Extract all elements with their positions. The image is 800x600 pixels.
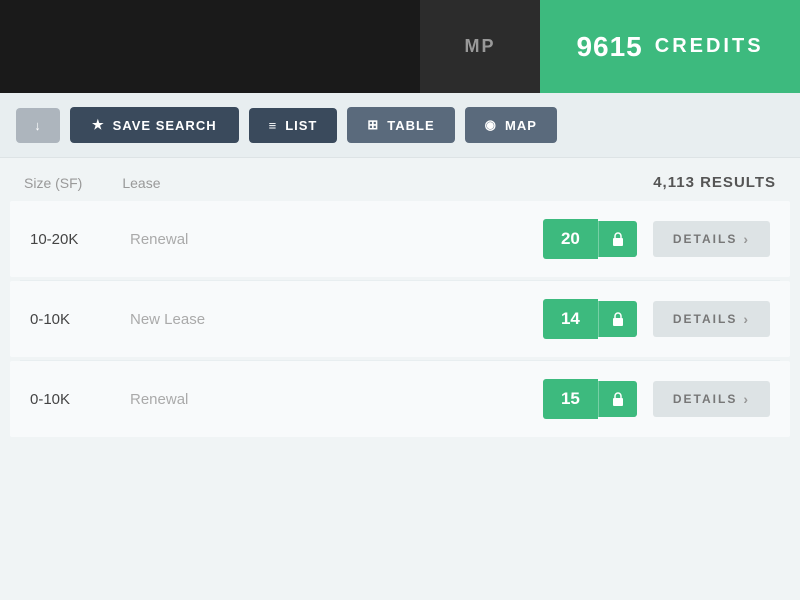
map-label: MAP bbox=[505, 118, 537, 133]
item-size: 0-10K bbox=[30, 311, 130, 328]
item-lease: New Lease bbox=[130, 311, 270, 328]
chevron-right-icon: › bbox=[743, 311, 750, 327]
credits-area: 9615 CREDITS bbox=[540, 0, 800, 93]
item-lease: Renewal bbox=[130, 231, 270, 248]
list-label: LIST bbox=[285, 118, 317, 133]
score-number: 20 bbox=[543, 219, 598, 259]
header: MP 9615 CREDITS bbox=[0, 0, 800, 93]
save-search-button[interactable]: ★ SAVE SEARCH bbox=[70, 107, 239, 143]
credits-count: 9615 bbox=[576, 31, 642, 63]
item-score: 14 bbox=[543, 299, 637, 339]
results-list: 10-20K Renewal 20 DETAILS › 0-10K New Le… bbox=[0, 201, 800, 437]
details-label: DETAILS bbox=[673, 232, 737, 246]
item-lease: Renewal bbox=[130, 391, 270, 408]
filter-size: Size (SF) bbox=[24, 175, 82, 191]
header-logo-area bbox=[0, 0, 420, 93]
lock-icon bbox=[598, 221, 637, 257]
save-search-label: SAVE SEARCH bbox=[113, 118, 217, 133]
item-size: 0-10K bbox=[30, 391, 130, 408]
results-count: 4,113 RESULTS bbox=[653, 174, 776, 191]
score-number: 14 bbox=[543, 299, 598, 339]
item-score: 15 bbox=[543, 379, 637, 419]
details-label: DETAILS bbox=[673, 312, 737, 326]
table-label: TABLE bbox=[387, 118, 434, 133]
results-filters: Size (SF) Lease bbox=[24, 175, 161, 191]
item-size: 10-20K bbox=[30, 231, 130, 248]
list-view-button[interactable]: ≡ LIST bbox=[249, 108, 338, 143]
details-button[interactable]: DETAILS › bbox=[653, 221, 770, 257]
star-icon: ★ bbox=[92, 117, 105, 133]
credits-label: CREDITS bbox=[655, 35, 764, 58]
details-button[interactable]: DETAILS › bbox=[653, 301, 770, 337]
table-view-button[interactable]: ⊞ TABLE bbox=[347, 107, 454, 143]
item-score: 20 bbox=[543, 219, 637, 259]
score-number: 15 bbox=[543, 379, 598, 419]
list-item: 10-20K Renewal 20 DETAILS › bbox=[10, 201, 790, 277]
chevron-right-icon: › bbox=[743, 391, 750, 407]
download-icon: ↓ bbox=[34, 118, 42, 133]
map-icon: ◉ bbox=[485, 117, 497, 133]
details-label: DETAILS bbox=[673, 392, 737, 406]
download-button[interactable]: ↓ bbox=[16, 108, 60, 143]
lock-icon bbox=[598, 301, 637, 337]
toolbar: ↓ ★ SAVE SEARCH ≡ LIST ⊞ TABLE ◉ MAP bbox=[0, 93, 800, 158]
lock-icon bbox=[598, 381, 637, 417]
map-view-button[interactable]: ◉ MAP bbox=[465, 107, 557, 143]
details-button[interactable]: DETAILS › bbox=[653, 381, 770, 417]
results-info: Size (SF) Lease 4,113 RESULTS bbox=[0, 158, 800, 201]
list-item: 0-10K New Lease 14 DETAILS › bbox=[10, 281, 790, 357]
list-item: 0-10K Renewal 15 DETAILS › bbox=[10, 361, 790, 437]
list-icon: ≡ bbox=[269, 118, 278, 133]
user-initials: MP bbox=[420, 0, 540, 93]
chevron-right-icon: › bbox=[743, 231, 750, 247]
table-icon: ⊞ bbox=[367, 117, 379, 133]
filter-lease: Lease bbox=[122, 175, 160, 191]
